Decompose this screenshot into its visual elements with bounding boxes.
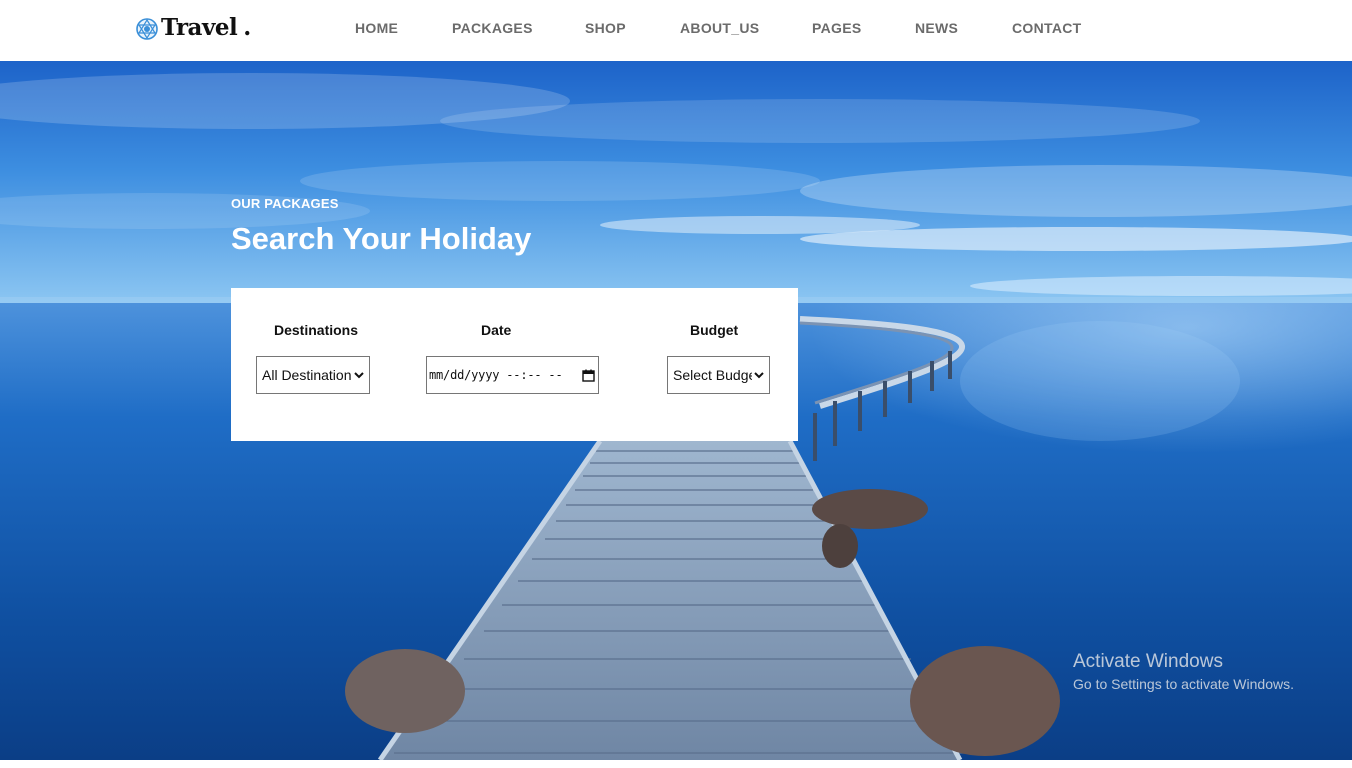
budget-label: Budget	[690, 322, 739, 338]
holiday-search-form: Destinations Date Budget All Destination…	[231, 288, 798, 441]
activate-windows-subtitle: Go to Settings to activate Windows.	[1073, 676, 1294, 692]
chevron-down-icon	[354, 372, 364, 379]
brand-logo[interactable]: Travel .	[135, 14, 251, 42]
nav-contact[interactable]: CONTACT	[1012, 20, 1082, 36]
chevron-down-icon	[754, 372, 764, 379]
globe-icon	[136, 18, 158, 40]
site-header: Travel . HOME PACKAGES SHOP ABOUT_US PAG…	[0, 0, 1352, 61]
nav-pages[interactable]: PAGES	[812, 20, 861, 36]
nav-home[interactable]: HOME	[355, 20, 398, 36]
nav-news[interactable]: NEWS	[915, 20, 958, 36]
date-label: Date	[481, 322, 512, 338]
brand-name: Travel	[161, 14, 238, 41]
page-bottom-edge	[0, 760, 1352, 768]
nav-packages[interactable]: PACKAGES	[452, 20, 533, 36]
budget-selected-value: Select Budget	[673, 367, 752, 383]
destinations-select[interactable]: All Destinations	[256, 356, 370, 394]
nav-shop[interactable]: SHOP	[585, 20, 626, 36]
brand-dot: .	[243, 14, 252, 41]
nav-about-us[interactable]: ABOUT_US	[680, 20, 759, 36]
hero-eyebrow: OUR PACKAGES	[231, 196, 339, 211]
budget-select[interactable]: Select Budget	[667, 356, 770, 394]
destinations-selected-value: All Destinations	[262, 367, 352, 383]
destinations-label: Destinations	[274, 322, 359, 338]
date-input[interactable]: mm/dd/yyyy --:-- --	[426, 356, 599, 394]
activate-windows-title: Activate Windows	[1073, 651, 1223, 672]
hero-title: Search Your Holiday	[231, 221, 532, 256]
date-input-value: mm/dd/yyyy --:-- --	[429, 368, 563, 382]
calendar-icon[interactable]	[582, 369, 595, 382]
